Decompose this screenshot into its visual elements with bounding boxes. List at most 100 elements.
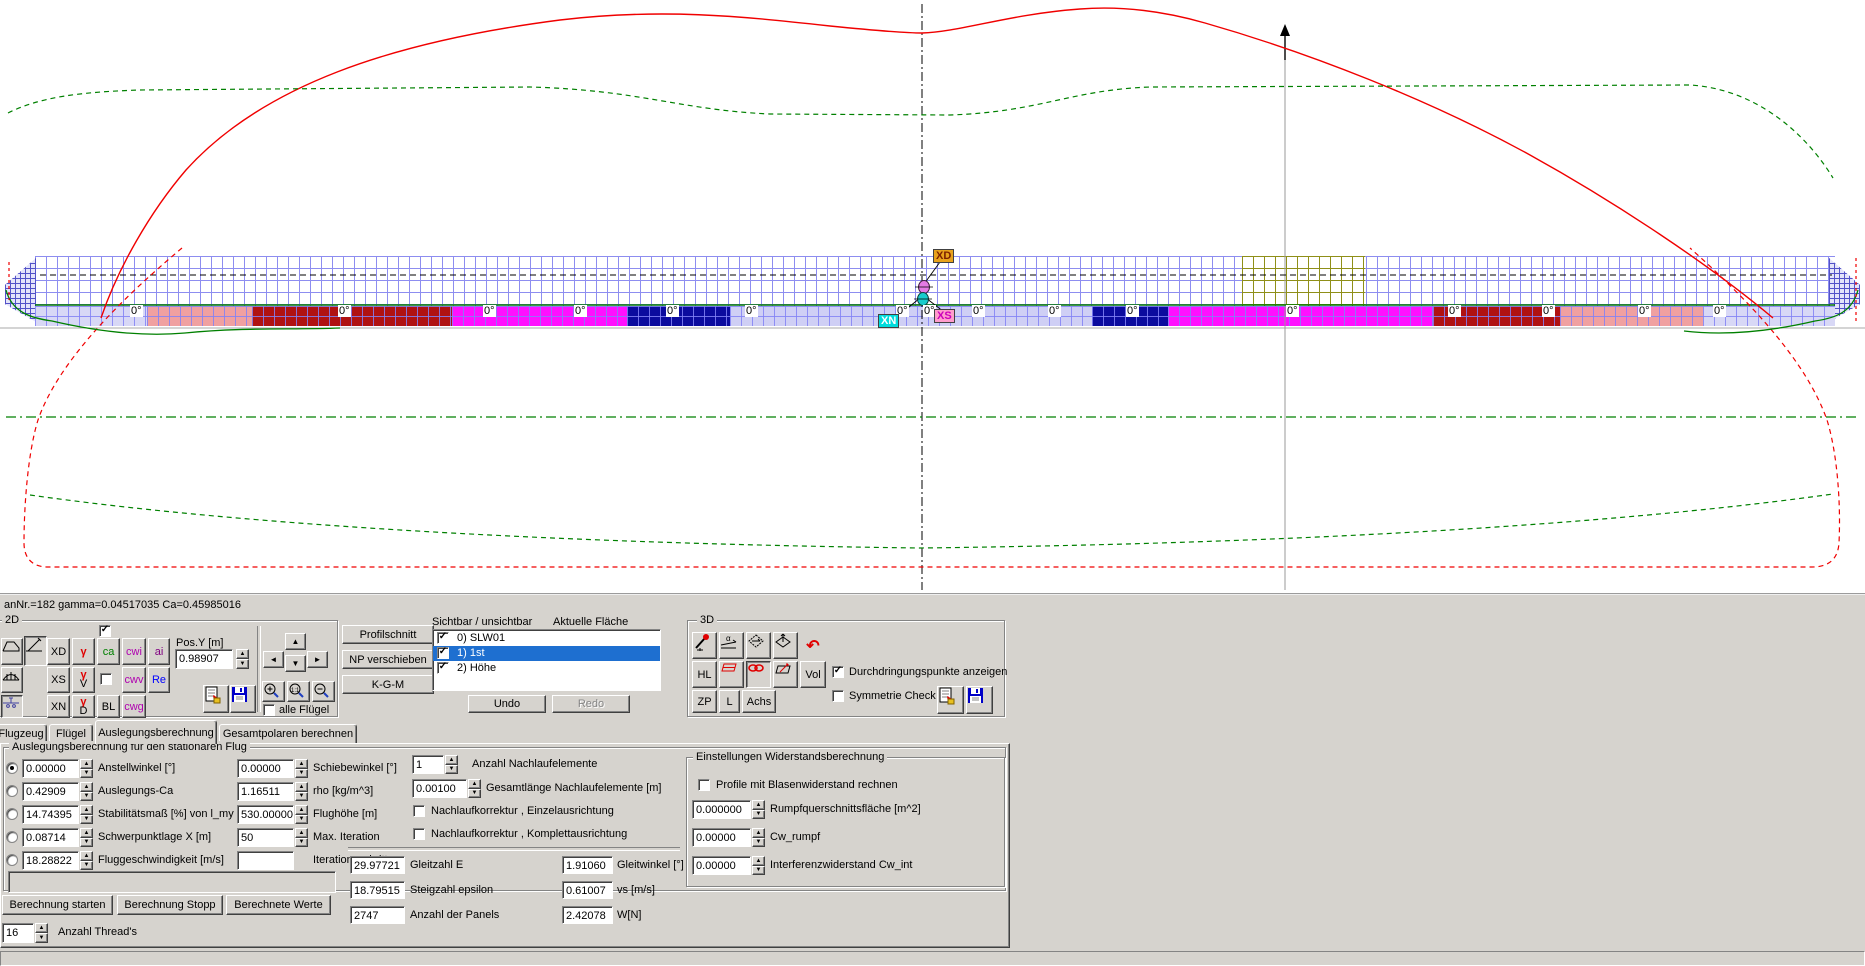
pan-right-button[interactable]: ► (307, 651, 328, 668)
spin-down-icon[interactable]: ▼ (80, 815, 93, 825)
hl-button[interactable]: HL (692, 661, 717, 688)
symmetrie-checkbox[interactable] (832, 690, 844, 702)
ai-button[interactable]: ai (148, 638, 170, 665)
cwv-button[interactable]: cwv (122, 667, 146, 693)
radio-stabilitaetsmass[interactable] (6, 808, 18, 820)
anstellwinkel-spinner[interactable]: ▲▼ (80, 759, 93, 778)
spin-down-icon[interactable]: ▼ (80, 838, 93, 848)
durchdringung-checkbox[interactable] (832, 666, 844, 678)
spin-down-icon[interactable]: ▼ (80, 792, 93, 802)
nachlauf-einzel-checkbox[interactable] (413, 805, 425, 817)
spin-down-icon[interactable]: ▼ (295, 838, 308, 848)
spin-down-icon[interactable]: ▼ (295, 815, 308, 825)
cw-rumpf-spinner[interactable]: ▲▼ (752, 828, 765, 847)
blasenwiderstand-checkbox[interactable] (698, 779, 710, 791)
auslegungs-ca-input[interactable]: 0.42909 (22, 782, 79, 801)
tab-auslegungsberechnung[interactable]: Auslegungsberechnung (95, 720, 217, 744)
spin-down-icon[interactable]: ▼ (295, 792, 308, 802)
schiebewinkel-input[interactable]: 0.00000 (237, 759, 294, 778)
ca-visibility-checkbox[interactable] (99, 625, 111, 637)
kgm-button[interactable]: K-G-M (342, 675, 434, 694)
plane-front-view-button[interactable] (1, 695, 23, 718)
xs-marker[interactable]: XS (934, 309, 955, 323)
anzahl-nachlauf-spinner[interactable]: ▲▼ (445, 755, 458, 774)
spin-up-icon[interactable]: ▲ (80, 828, 93, 838)
spin-down-icon[interactable]: ▼ (752, 810, 765, 820)
chain-link-button[interactable] (746, 661, 771, 688)
mesh-paint-button[interactable] (692, 632, 717, 659)
move-3d-button[interactable] (773, 632, 798, 659)
np-verschieben-button[interactable]: NP verschieben (342, 650, 434, 669)
spin-up-icon[interactable]: ▲ (752, 828, 765, 838)
re-button[interactable]: Re (148, 667, 170, 693)
list-item[interactable]: 0) SLW01 (433, 631, 660, 646)
spin-up-icon[interactable]: ▲ (80, 805, 93, 815)
spin-down-icon[interactable]: ▼ (236, 659, 249, 669)
fluggeschwindigkeit-spinner[interactable]: ▲▼ (80, 851, 93, 870)
berechnung-stopp-button[interactable]: Berechnung Stopp (117, 895, 223, 915)
panel-arrow-button[interactable] (773, 661, 798, 688)
xd-marker[interactable]: XD (933, 249, 954, 263)
spin-up-icon[interactable]: ▲ (80, 851, 93, 861)
alle-fluegel-checkbox[interactable] (263, 704, 275, 716)
surface-visible-checkbox[interactable] (437, 647, 449, 659)
posy-input[interactable]: 0.98907 (175, 649, 233, 669)
max-iteration-spinner[interactable]: ▲▼ (295, 828, 308, 847)
spin-up-icon[interactable]: ▲ (295, 828, 308, 838)
list-item-selected[interactable]: 1) 1st (433, 646, 660, 661)
xn-button[interactable]: XN (47, 695, 70, 718)
pan-up-button[interactable]: ▲ (285, 633, 306, 650)
spin-up-icon[interactable]: ▲ (236, 649, 249, 659)
xd-button[interactable]: XD (47, 638, 70, 665)
berechnung-starten-button[interactable]: Berechnung starten (2, 895, 113, 915)
ca-button[interactable]: ca (97, 638, 120, 665)
cw-int-spinner[interactable]: ▲▼ (752, 856, 765, 875)
stabilitaetsmass-input[interactable]: 14.74395 (22, 805, 79, 824)
rho-spinner[interactable]: ▲▼ (295, 782, 308, 801)
anstellwinkel-input[interactable]: 0.00000 (22, 759, 79, 778)
radio-auslegungs-ca[interactable] (6, 785, 18, 797)
save-3d-button[interactable] (966, 686, 993, 714)
rumpfquerschnitt-input[interactable]: 0.000000 (692, 800, 751, 819)
auslegungs-ca-spinner[interactable]: ▲▼ (80, 782, 93, 801)
redo-button[interactable]: Redo (552, 695, 630, 713)
spin-up-icon[interactable]: ▲ (35, 923, 48, 933)
spin-down-icon[interactable]: ▼ (752, 838, 765, 848)
spin-up-icon[interactable]: ▲ (295, 782, 308, 792)
zoom-1to1-button[interactable]: 1:1 (287, 681, 310, 702)
list-item[interactable]: 2) Höhe (433, 661, 660, 676)
iterationsschritt-field[interactable] (237, 851, 294, 870)
cwi-button[interactable]: cwi (122, 638, 146, 665)
gamma-v-button[interactable]: γV (72, 667, 95, 693)
spin-up-icon[interactable]: ▲ (295, 805, 308, 815)
spin-down-icon[interactable]: ▼ (468, 789, 481, 799)
gamma-button[interactable]: γ (72, 638, 95, 665)
schwerpunktlage-input[interactable]: 0.08714 (22, 828, 79, 847)
pan-3d-button[interactable] (746, 632, 771, 659)
spin-down-icon[interactable]: ▼ (752, 866, 765, 876)
berechnete-werte-button[interactable]: Berechnete Werte (226, 895, 331, 915)
zp-button[interactable]: ZP (692, 690, 717, 713)
spin-up-icon[interactable]: ▲ (295, 759, 308, 769)
export-report-button[interactable] (203, 685, 229, 713)
zoom-out-button[interactable] (312, 681, 335, 702)
radio-schwerpunktlage[interactable] (6, 831, 18, 843)
cwg-button[interactable]: cwg (122, 695, 146, 718)
threads-input[interactable]: 16 (2, 923, 34, 943)
cwv-visibility-checkbox[interactable] (100, 673, 112, 685)
spin-up-icon[interactable]: ▲ (445, 755, 458, 765)
angle-tool-button[interactable] (24, 636, 47, 666)
wing-outline-tool-button[interactable] (1, 638, 23, 665)
profilschnitt-button[interactable]: Profilschnitt (342, 625, 434, 644)
undo-button[interactable]: Undo (468, 695, 546, 713)
rotate-undo-button[interactable]: ↶ (800, 632, 826, 659)
drawing-canvas[interactable]: 0°0°0°0°0°0°0°0°0°0°0°0°0°0°0°0° XDXSXN (0, 0, 1865, 593)
surface-red-button[interactable] (719, 661, 744, 688)
spin-up-icon[interactable]: ▲ (80, 782, 93, 792)
schiebewinkel-spinner[interactable]: ▲▼ (295, 759, 308, 778)
gesamtlaenge-input[interactable]: 0.00100 (412, 779, 467, 798)
pan-down-button[interactable]: ▼ (285, 655, 306, 672)
schwerpunktlage-spinner[interactable]: ▲▼ (80, 828, 93, 847)
list-item-label[interactable]: 2) Höhe (457, 662, 496, 674)
flughoehe-spinner[interactable]: ▲▼ (295, 805, 308, 824)
